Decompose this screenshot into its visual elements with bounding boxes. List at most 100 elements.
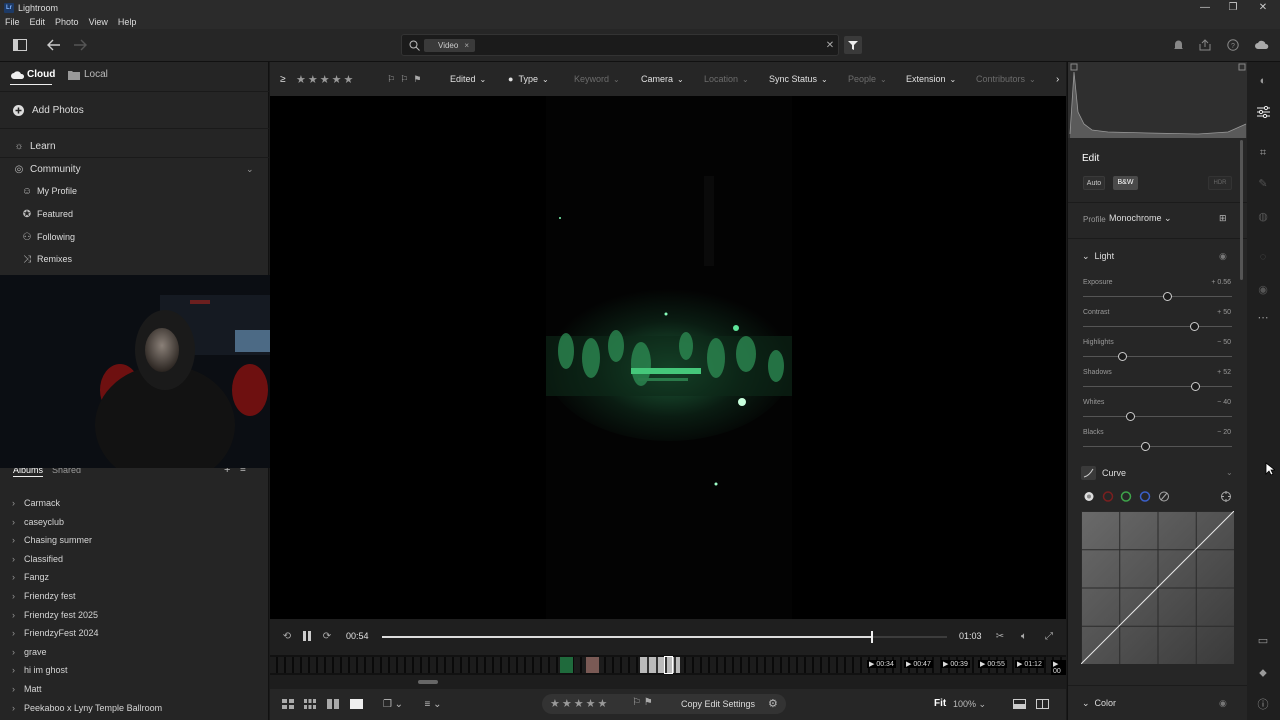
chevron-right-icon[interactable]: › bbox=[12, 703, 24, 713]
sort-menu-icon[interactable]: ≡ ⌄ bbox=[420, 697, 446, 711]
fast-forward-icon[interactable]: ⟳ bbox=[319, 628, 335, 644]
help-icon[interactable]: ? bbox=[1223, 35, 1243, 55]
filter-keyword[interactable]: Keyword ⌄ bbox=[574, 62, 620, 96]
slider-handle[interactable] bbox=[1141, 442, 1150, 451]
slider-highlights[interactable] bbox=[1083, 352, 1232, 361]
slider-handle[interactable] bbox=[1190, 322, 1199, 331]
filmstrip-thumb[interactable] bbox=[560, 657, 573, 673]
profile-dropdown[interactable]: Monochrome ⌄ bbox=[1109, 213, 1172, 224]
slider-handle[interactable] bbox=[1163, 292, 1172, 301]
comment-icon[interactable]: ▭ bbox=[1255, 632, 1271, 648]
slider-value[interactable]: − 20 bbox=[1217, 429, 1231, 436]
flag-icon[interactable]: ⚐ ⚑ bbox=[632, 697, 653, 708]
album-item[interactable]: › Peekaboo x Lyny Temple Ballroom bbox=[12, 699, 162, 717]
slider-exposure[interactable] bbox=[1083, 292, 1232, 301]
clip-timestamp[interactable]: ▶ 01:12 bbox=[1015, 660, 1044, 668]
video-scrubber[interactable] bbox=[382, 631, 947, 643]
before-after-icon[interactable] bbox=[1011, 697, 1027, 711]
album-item[interactable]: › Fangz bbox=[12, 568, 49, 586]
menu-help[interactable]: Help bbox=[118, 17, 137, 27]
clip-timestamp[interactable]: ▶ 00:34 bbox=[867, 660, 896, 668]
sidebar-item-my-profile[interactable]: ☺ My Profile bbox=[0, 180, 269, 202]
slider-blacks[interactable] bbox=[1083, 442, 1232, 451]
album-item[interactable]: › hi im ghost bbox=[12, 661, 68, 679]
auto-button[interactable]: Auto bbox=[1083, 176, 1105, 190]
curve-icon[interactable] bbox=[1081, 466, 1096, 480]
split-view-icon[interactable] bbox=[1034, 697, 1050, 711]
red-eye-icon[interactable]: ◉ bbox=[1255, 281, 1271, 297]
chevron-right-icon[interactable]: › bbox=[12, 628, 24, 638]
star-icon[interactable]: ★ bbox=[308, 73, 318, 86]
search-input[interactable]: Video × ✕ bbox=[401, 34, 839, 56]
forward-arrow-icon[interactable] bbox=[70, 35, 90, 55]
filter-location[interactable]: Location ⌄ bbox=[704, 62, 749, 96]
healing-icon[interactable]: ✎ bbox=[1255, 175, 1271, 191]
detail-view-icon[interactable] bbox=[348, 697, 364, 711]
slider-handle[interactable] bbox=[1126, 412, 1135, 421]
horizontal-scrollbar[interactable] bbox=[270, 675, 1066, 689]
color-section-header[interactable]: ⌄ Color bbox=[1082, 698, 1116, 709]
curve-section-label[interactable]: Curve bbox=[1102, 468, 1126, 478]
filter-button[interactable] bbox=[844, 36, 862, 54]
star-rating-filter[interactable]: ★ ★ ★ ★ ★ bbox=[296, 62, 355, 96]
search-chip-video[interactable]: Video × bbox=[424, 39, 475, 52]
album-item[interactable]: › Friendzy fest bbox=[12, 587, 76, 605]
menu-file[interactable]: File bbox=[5, 17, 20, 27]
slider-whites[interactable] bbox=[1083, 412, 1232, 421]
bell-icon[interactable] bbox=[1168, 35, 1188, 55]
sidebar-item-following[interactable]: ⚇ Following bbox=[0, 226, 269, 248]
star-icon[interactable]: ★ bbox=[586, 698, 596, 710]
slider-value[interactable]: − 50 bbox=[1217, 339, 1231, 346]
album-item[interactable]: › Friendzy fest 2025 bbox=[12, 606, 98, 624]
slider-contrast[interactable] bbox=[1083, 322, 1232, 331]
scrubber-handle[interactable] bbox=[871, 631, 873, 643]
more-icon[interactable]: ⋯ bbox=[1255, 309, 1271, 325]
edit-sliders-icon[interactable] bbox=[1255, 104, 1271, 120]
restore-button[interactable]: ❐ bbox=[1218, 0, 1248, 15]
square-grid-icon[interactable] bbox=[280, 697, 296, 711]
slider-handle[interactable] bbox=[1118, 352, 1127, 361]
album-item[interactable]: › grave bbox=[12, 643, 47, 661]
selected-thumb[interactable] bbox=[664, 656, 673, 674]
video-frame[interactable] bbox=[544, 96, 794, 619]
tone-curve-graph[interactable] bbox=[1081, 511, 1234, 664]
chip-remove-icon[interactable]: × bbox=[464, 41, 469, 50]
album-item[interactable]: › Chasing summer bbox=[12, 531, 92, 549]
slider-value[interactable]: + 50 bbox=[1217, 309, 1231, 316]
rating-operator[interactable]: ≥ bbox=[280, 62, 286, 96]
sidebar-item-remixes[interactable]: ⤨ Remixes bbox=[0, 248, 269, 270]
rewind-icon[interactable]: ⟲ bbox=[279, 628, 295, 644]
bottom-star-rating[interactable]: ★ ★ ★ ★ ★ bbox=[550, 697, 609, 710]
gear-icon[interactable]: ⚙ bbox=[768, 697, 778, 710]
filter-people[interactable]: People ⌄ bbox=[848, 62, 887, 96]
clip-timestamp[interactable]: ▶ 00:55 bbox=[978, 660, 1007, 668]
menu-edit[interactable]: Edit bbox=[30, 17, 46, 27]
chevron-right-icon[interactable]: › bbox=[12, 647, 24, 657]
filter-contributors[interactable]: Contributors ⌄ bbox=[976, 62, 1036, 96]
zoom-fit-button[interactable]: Fit bbox=[934, 698, 946, 709]
tab-cloud[interactable]: Cloud bbox=[10, 69, 55, 80]
filter-sync-status[interactable]: Sync Status ⌄ bbox=[769, 62, 828, 96]
pause-button[interactable] bbox=[299, 628, 315, 644]
scroll-thumb[interactable] bbox=[418, 680, 438, 684]
eye-icon[interactable]: ◉ bbox=[1219, 251, 1227, 262]
album-item[interactable]: › Classified bbox=[12, 550, 63, 568]
chevron-right-icon[interactable]: › bbox=[1056, 62, 1059, 96]
slider-handle[interactable] bbox=[1191, 382, 1200, 391]
filmstrip-thumb[interactable] bbox=[640, 657, 680, 673]
album-item[interactable]: › FriendzyFest 2024 bbox=[12, 624, 99, 642]
filmstrip-thumb[interactable] bbox=[586, 657, 599, 673]
close-window-button[interactable]: ✕ bbox=[1248, 0, 1278, 15]
menu-photo[interactable]: Photo bbox=[55, 17, 79, 27]
clip-timestamp[interactable]: ▶ 00:47 bbox=[904, 660, 933, 668]
flag-filter[interactable]: ⚐ ⚐ ⚑ bbox=[387, 62, 421, 96]
compare-view-icon[interactable] bbox=[325, 697, 341, 711]
tag-icon[interactable]: ⬥ bbox=[1255, 665, 1271, 681]
menu-view[interactable]: View bbox=[89, 17, 108, 27]
volume-icon[interactable]: 🔈︎ bbox=[1016, 628, 1032, 644]
back-arrow-icon[interactable] bbox=[44, 35, 64, 55]
zoom-level[interactable]: 100% ⌄ bbox=[953, 699, 986, 710]
album-item[interactable]: › Carmack bbox=[12, 494, 60, 512]
slideshow-icon[interactable]: ❐ ⌄ bbox=[380, 697, 406, 711]
add-photos-button[interactable]: Add Photos bbox=[0, 99, 269, 121]
